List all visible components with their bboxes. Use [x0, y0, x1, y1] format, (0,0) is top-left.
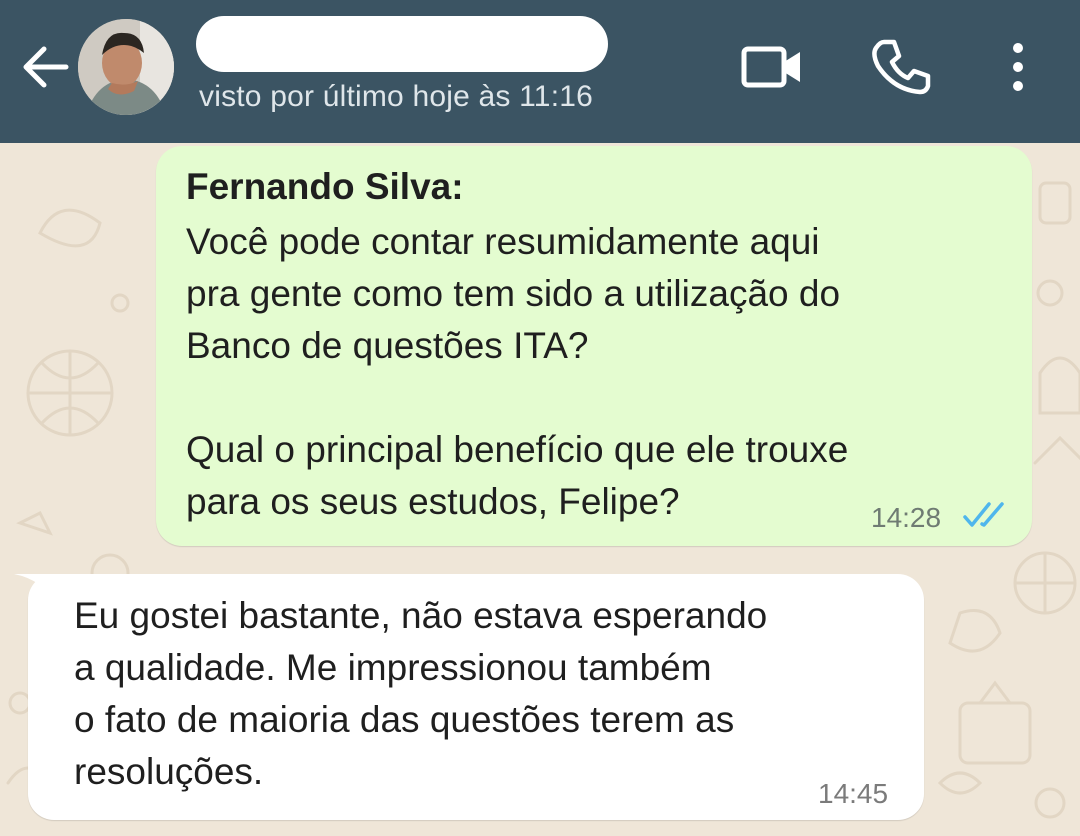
avatar[interactable]	[78, 19, 174, 115]
chat-header: visto por último hoje às 11:16	[0, 0, 1080, 143]
back-arrow-icon[interactable]	[20, 44, 70, 90]
phone-icon[interactable]	[870, 36, 932, 98]
video-call-icon[interactable]	[740, 40, 804, 94]
redacted-contact-name[interactable]	[196, 16, 608, 72]
incoming-message-time: 14:45	[818, 778, 889, 809]
more-options-icon[interactable]	[1000, 36, 1036, 98]
last-seen-status: visto por último hoje às 11:16	[199, 80, 593, 113]
avatar-photo	[78, 19, 174, 115]
double-check-read-icon	[963, 502, 1004, 527]
outgoing-message-time: 14:28	[871, 502, 942, 533]
incoming-message-text: Eu gostei bastante, não estava esperando…	[74, 595, 768, 792]
message-sender-name: Fernando Silva:	[186, 166, 464, 207]
outgoing-message-text: Você pode contar resumidamente aqui pra …	[186, 221, 849, 522]
